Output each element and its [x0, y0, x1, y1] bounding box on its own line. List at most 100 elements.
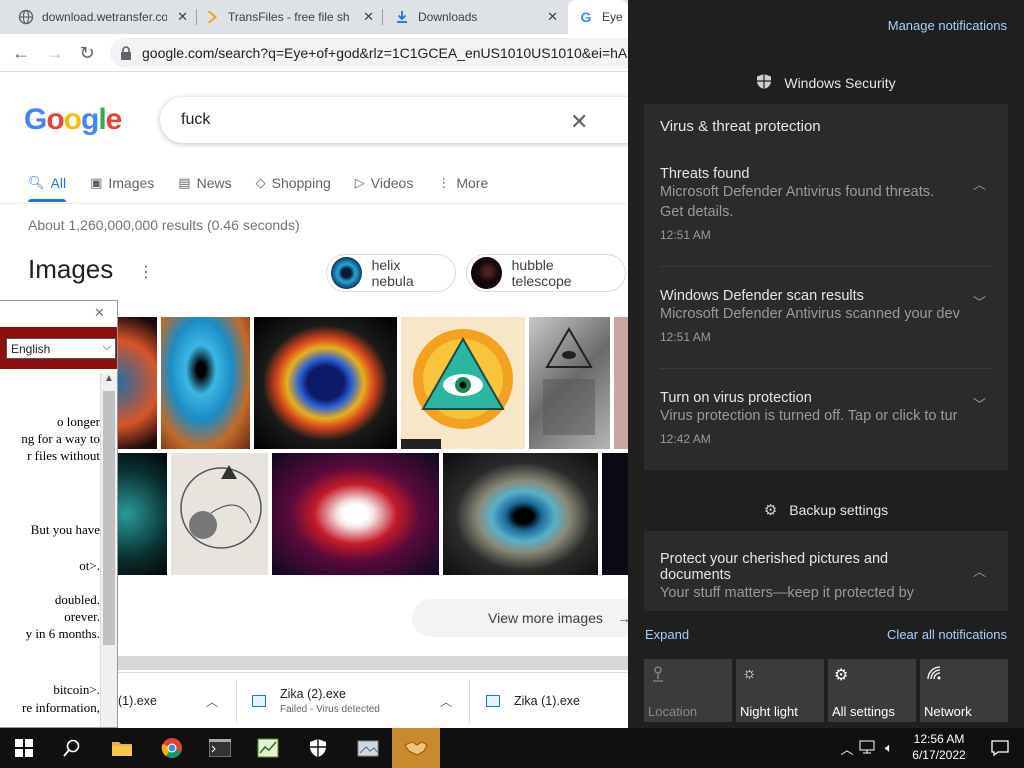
- google-logo[interactable]: Google: [24, 103, 122, 137]
- image-result[interactable]: [529, 317, 610, 449]
- browser-tab-strip: download.wetransfer.com ✕ TransFiles - f…: [0, 0, 628, 34]
- notification-scan-results[interactable]: Windows Defender scan results Microsoft …: [660, 288, 992, 344]
- tab-shopping[interactable]: ◇ Shopping: [256, 172, 331, 194]
- image-result[interactable]: [401, 317, 525, 449]
- manage-notifications-link[interactable]: Manage notifications: [888, 18, 1007, 33]
- notification-backup[interactable]: Protect your cherished pictures and docu…: [660, 551, 992, 603]
- chevron-up-icon[interactable]: ︿: [973, 174, 986, 193]
- view-more-images-button[interactable]: View more images →: [412, 599, 628, 637]
- news-icon: ▤: [178, 175, 191, 190]
- terminal-button[interactable]: [196, 728, 244, 768]
- chip-hubble-telescope[interactable]: hubble telescope: [466, 254, 626, 292]
- gear-icon: ⚙: [763, 502, 778, 519]
- tab-all[interactable]: 🔍︎ All: [28, 172, 66, 194]
- tab-transfiles[interactable]: TransFiles - free file sharing ✕: [204, 0, 382, 34]
- tab-downloads[interactable]: Downloads ✕: [394, 0, 566, 34]
- back-icon[interactable]: ←: [8, 40, 34, 66]
- download-item[interactable]: Zika (1).exe: [486, 673, 628, 729]
- image-result[interactable]: [272, 453, 439, 575]
- backup-notification-card[interactable]: Protect your cherished pictures and docu…: [644, 531, 1008, 611]
- image-result[interactable]: [443, 453, 598, 575]
- chevron-up-icon[interactable]: ︿: [973, 561, 986, 580]
- quick-action-network[interactable]: Network: [920, 659, 1008, 722]
- note-line: r files without: [27, 448, 100, 463]
- expand-quick-actions-link[interactable]: Expand: [645, 627, 689, 642]
- ransom-note-text: o longer ng for a way to r files without…: [0, 373, 100, 727]
- vertical-scrollbar[interactable]: ▲: [100, 373, 117, 727]
- chevron-down-icon[interactable]: ﹀: [973, 394, 986, 413]
- image-result[interactable]: [602, 453, 628, 575]
- close-tab-icon[interactable]: ✕: [177, 9, 188, 25]
- scrollbar-thumb[interactable]: [103, 391, 115, 645]
- exe-file-icon: [486, 695, 500, 707]
- notification-turn-on-protection[interactable]: Turn on virus protection Virus protectio…: [660, 390, 992, 446]
- action-center-button[interactable]: [976, 728, 1024, 768]
- chevron-up-icon[interactable]: ▲: [104, 373, 114, 384]
- chevron-up-icon[interactable]: ︿: [440, 693, 452, 710]
- reload-icon[interactable]: ↻: [74, 40, 100, 66]
- tab-wetransfer[interactable]: download.wetransfer.com ✕: [18, 0, 196, 34]
- forward-icon[interactable]: →: [42, 40, 68, 66]
- globe-icon: [18, 9, 34, 25]
- file-explorer-button[interactable]: [98, 728, 146, 768]
- image-result[interactable]: [161, 317, 250, 449]
- tab-more[interactable]: ⋮ More: [437, 172, 488, 194]
- download-item[interactable]: (1).exe ︿: [118, 673, 236, 729]
- task-manager-button[interactable]: [244, 728, 292, 768]
- google-search-box[interactable]: fuck ✕: [160, 97, 628, 143]
- image-result[interactable]: [116, 317, 157, 449]
- shield-icon: [756, 73, 772, 94]
- chrome-button[interactable]: [148, 728, 196, 768]
- language-select[interactable]: English ⌵: [6, 338, 116, 359]
- clear-all-notifications-link[interactable]: Clear all notifications: [887, 627, 1007, 642]
- quick-action-night-light[interactable]: ☼ Night light: [736, 659, 824, 722]
- images-heading: Images: [28, 254, 114, 284]
- divider: [0, 203, 628, 204]
- quick-action-location[interactable]: Location: [644, 659, 732, 722]
- clear-search-icon[interactable]: ✕: [570, 109, 588, 135]
- ransomware-app-button[interactable]: [392, 728, 440, 768]
- download-item[interactable]: Zika (2).exe Failed - Virus detected ︿: [252, 673, 472, 729]
- tab-eye-of-god[interactable]: G Eye of god: [568, 0, 628, 34]
- image-icon: ▣: [90, 175, 103, 190]
- start-button[interactable]: [0, 728, 48, 768]
- kebab-icon[interactable]: ⋮: [138, 262, 154, 282]
- horizontal-scrollbar[interactable]: [118, 656, 628, 670]
- image-result[interactable]: [116, 453, 167, 575]
- system-tray: ︿ 🔈︎: [838, 728, 900, 768]
- search-button[interactable]: [48, 728, 96, 768]
- action-center: Manage notifications Windows Security Vi…: [628, 0, 1024, 728]
- search-query: fuck: [181, 111, 211, 128]
- network-icon[interactable]: [856, 740, 878, 757]
- image-result[interactable]: [254, 317, 397, 449]
- image-result[interactable]: [614, 317, 628, 449]
- transfiles-icon: [204, 9, 220, 25]
- google-icon: G: [580, 9, 592, 25]
- notification-threats-found[interactable]: Threats found Microsoft Defender Antivir…: [660, 166, 992, 242]
- volume-icon[interactable]: 🔈︎: [878, 740, 900, 756]
- chip-helix-nebula[interactable]: helix nebula: [326, 254, 456, 292]
- clock[interactable]: 12:56 AM 6/17/2022: [904, 731, 974, 763]
- address-bar[interactable]: google.com/search?q=Eye+of+god&rlz=1C1GC…: [110, 38, 650, 68]
- quick-action-all-settings[interactable]: ⚙ All settings: [828, 659, 916, 722]
- backup-settings-group-header: ⚙ Backup settings: [763, 502, 889, 519]
- close-tab-icon[interactable]: ✕: [363, 9, 374, 25]
- note-line: o longer: [57, 414, 100, 429]
- tab-news[interactable]: ▤ News: [178, 172, 231, 194]
- note-line: bitcoin>.: [53, 682, 100, 697]
- app-button[interactable]: [344, 728, 392, 768]
- clock-time: 12:56 AM: [913, 732, 965, 746]
- tag-icon: ◇: [255, 175, 266, 190]
- close-icon[interactable]: ✕: [94, 305, 105, 321]
- note-line: ot>.: [79, 558, 100, 573]
- tab-videos[interactable]: ▷ Videos: [355, 172, 414, 194]
- close-tab-icon[interactable]: ✕: [547, 9, 558, 25]
- chevron-down-icon[interactable]: ﹀: [973, 292, 986, 311]
- clock-date: 6/17/2022: [912, 748, 966, 762]
- search-type-tabs: 🔍︎ All ▣ Images ▤ News ◇ Shopping ▷ Videos ⋮ M…: [28, 172, 512, 202]
- show-hidden-icons-icon[interactable]: ︿: [838, 739, 856, 758]
- chevron-up-icon[interactable]: ︿: [206, 693, 218, 710]
- image-result[interactable]: [171, 453, 268, 575]
- tab-images[interactable]: ▣ Images: [90, 172, 154, 194]
- windows-security-button[interactable]: [294, 728, 342, 768]
